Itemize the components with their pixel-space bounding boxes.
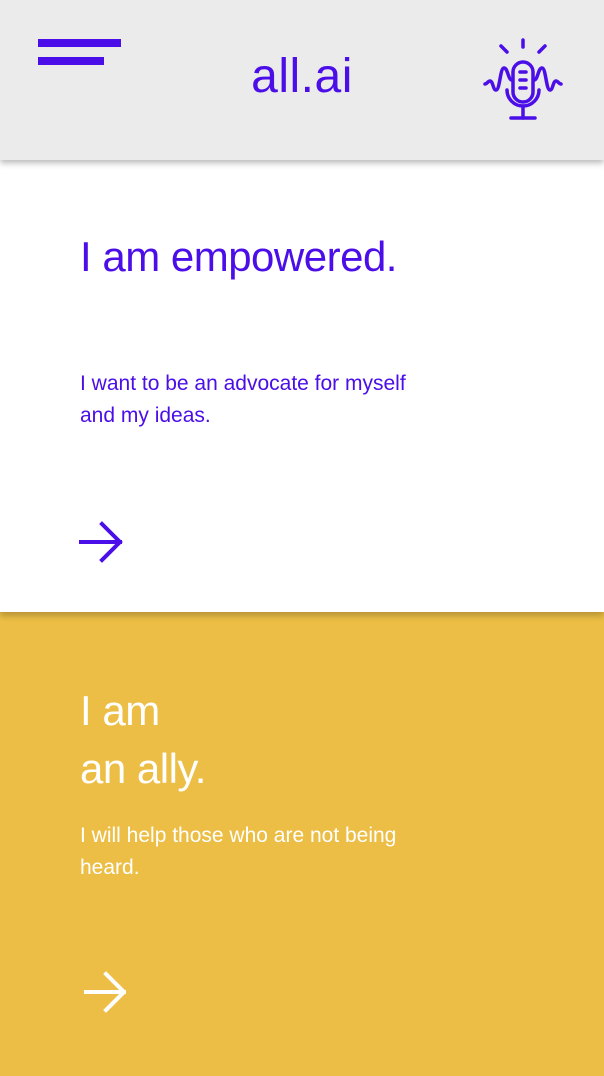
- app-screen: all.ai I am empowered. I want to be an a…: [0, 0, 604, 1076]
- card-heading-ally: I am an ally.: [80, 682, 380, 798]
- menu-icon-bar-top: [38, 39, 121, 47]
- arrow-right-icon: [79, 521, 123, 563]
- arrow-right-icon: [84, 971, 127, 1013]
- card-empowered[interactable]: I am empowered. I want to be an advocate…: [0, 160, 604, 612]
- microphone-icon: [483, 38, 563, 120]
- microphone-button[interactable]: [480, 34, 572, 126]
- continue-button-ally[interactable]: [78, 970, 127, 1014]
- card-heading-ally-line2: an ally.: [80, 745, 206, 792]
- card-ally[interactable]: I am an ally. I will help those who are …: [0, 612, 604, 1076]
- card-heading-empowered: I am empowered.: [80, 233, 397, 280]
- card-description-empowered: I want to be an advocate for myself and …: [80, 372, 406, 427]
- card-heading-ally-line1: I am: [80, 687, 160, 734]
- app-header: all.ai: [0, 0, 604, 160]
- card-description-ally: I will help those who are not being hear…: [80, 824, 397, 879]
- continue-button-empowered[interactable]: [78, 520, 126, 564]
